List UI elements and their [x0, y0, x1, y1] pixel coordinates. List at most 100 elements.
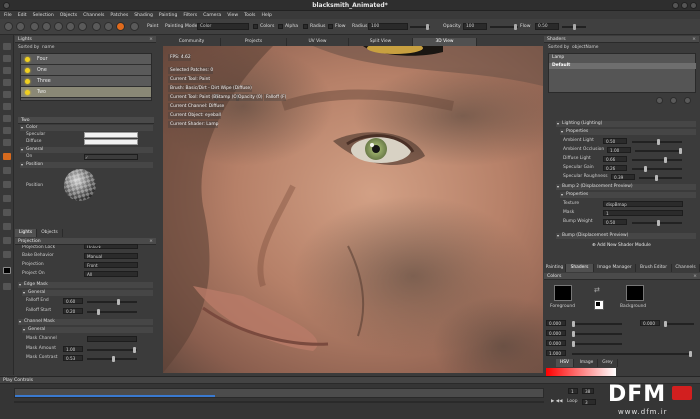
frame-end-field[interactable]: 38 [582, 388, 594, 394]
projection-select[interactable]: Front [84, 262, 138, 268]
lasso-tool-icon[interactable] [3, 91, 11, 98]
tab-brush-editor[interactable]: Brush Editor [636, 264, 672, 272]
erase-icon[interactable] [66, 22, 75, 31]
menu-item-help[interactable]: Help [261, 13, 271, 18]
diffuse-light-slider[interactable] [632, 157, 682, 163]
colors-checkbox[interactable] [253, 24, 258, 29]
opacity-field[interactable]: 100 [463, 23, 487, 30]
projection-icon[interactable] [92, 22, 101, 31]
edge-mask-section[interactable]: Edge Mask [18, 282, 153, 288]
tab-hsv[interactable]: HSV [556, 359, 574, 367]
color-channel-2-slider[interactable] [572, 331, 622, 337]
bump-weight-slider[interactable] [632, 220, 682, 226]
active-brush-icon[interactable] [116, 22, 125, 31]
color-channel-1-field[interactable]: 0.000 [546, 320, 566, 326]
light-item-two[interactable]: Two [21, 87, 151, 98]
move-tool-icon[interactable] [3, 43, 11, 50]
specular-roughness-slider[interactable] [639, 175, 682, 181]
hue-gradient-bar[interactable] [546, 368, 616, 376]
light-position-sphere[interactable] [63, 168, 97, 202]
menu-item-selection[interactable]: Selection [33, 13, 54, 18]
menu-item-objects[interactable]: Objects [60, 13, 77, 18]
new-shader-icon[interactable] [656, 97, 663, 104]
timeline-ruler[interactable] [14, 388, 544, 398]
general-section[interactable]: General [20, 147, 153, 153]
falloff-end-field[interactable]: 0.60 [63, 298, 83, 304]
mask-select[interactable]: 1 [603, 210, 683, 216]
redo-icon[interactable] [16, 22, 25, 31]
menu-item-view[interactable]: View [227, 13, 238, 18]
on-checkbox[interactable]: ✓ [84, 154, 138, 160]
tab-painting[interactable]: Painting [544, 264, 566, 272]
frame-current-field[interactable]: 3 [582, 399, 596, 405]
shader-item-lamp[interactable]: Lamp [552, 55, 564, 61]
paint-tool-icon[interactable] [42, 22, 51, 31]
flow-checkbox[interactable] [328, 24, 333, 29]
blur-tool-icon[interactable] [3, 181, 11, 188]
fill-tool-icon[interactable] [3, 195, 11, 202]
color-channel-1-slider[interactable] [572, 321, 622, 327]
color-channel-2-field[interactable]: 0.000 [546, 330, 566, 336]
light-item-three[interactable]: Three [21, 76, 151, 87]
radius-checkbox[interactable] [303, 24, 308, 29]
play-button-icon[interactable]: ▶ ◀◀ [551, 399, 563, 405]
ambient-occlusion-slider[interactable] [635, 148, 682, 154]
swap-colors-icon[interactable]: ⇄ [594, 286, 604, 294]
menu-item-filters[interactable]: Filters [183, 13, 197, 18]
foreground-swatch[interactable] [554, 285, 572, 301]
eyedropper-tool-icon[interactable] [3, 223, 11, 230]
tab-objects[interactable]: Objects [37, 229, 63, 237]
tab-3d-view[interactable]: 3D View [413, 38, 477, 46]
timeline-scrollbar[interactable] [14, 401, 544, 403]
specular-gain-slider[interactable] [632, 166, 682, 172]
color-channel-4-slider[interactable] [664, 321, 694, 327]
sphere-icon[interactable] [104, 22, 113, 31]
color-channel-4-field[interactable]: 0.000 [640, 320, 660, 326]
close-panel-icon[interactable]: × [693, 273, 697, 280]
tab-community[interactable]: Community [163, 38, 221, 46]
radius-field[interactable]: 100 [368, 23, 408, 30]
gradient-tool-icon[interactable] [3, 209, 11, 216]
light-item-four[interactable]: Four [21, 54, 151, 65]
tab-channels[interactable]: Channels [672, 264, 700, 272]
diffuse-color-swatch[interactable] [84, 139, 138, 145]
clone-tool-icon[interactable] [3, 139, 11, 146]
menu-item-patches[interactable]: Patches [110, 13, 128, 18]
specular-gain-field[interactable]: 0.26 [603, 165, 627, 171]
menu-item-channels[interactable]: Channels [83, 13, 104, 18]
bump-weight-field[interactable]: 0.50 [603, 219, 627, 225]
foreground-color-chip[interactable] [3, 267, 11, 274]
lights-sort-value[interactable]: name [42, 45, 54, 51]
menu-item-painting[interactable]: Painting [159, 13, 177, 18]
channel-mask-section[interactable]: Channel Mask [18, 319, 153, 325]
diffuse-light-field[interactable]: 0.66 [603, 156, 627, 162]
ambient-light-field[interactable]: 0.50 [603, 138, 627, 144]
undo-icon[interactable] [4, 22, 13, 31]
tab-image[interactable]: Image [576, 359, 598, 367]
color-channel-3-field[interactable]: 0.000 [546, 340, 566, 346]
mask-channel-select[interactable] [87, 336, 137, 342]
tab-uv-view[interactable]: UV View [287, 38, 349, 46]
bump-preview-section[interactable]: Bump (Displacement Preview) [556, 233, 696, 239]
color-alpha-slider[interactable] [572, 351, 692, 357]
tab-shaders[interactable]: Shaders [566, 264, 594, 272]
select-tool-icon[interactable] [3, 79, 11, 86]
falloff-start-slider[interactable] [87, 309, 137, 315]
mask-amount-field[interactable]: 1.00 [63, 346, 83, 352]
tab-split-view[interactable]: Split View [349, 38, 413, 46]
bump-section[interactable]: Bump 2 (Displacement Preview) [556, 184, 696, 190]
ambient-light-slider[interactable] [632, 139, 682, 145]
ambient-occlusion-field[interactable]: 1.00 [607, 147, 631, 153]
pan-tool-icon[interactable] [3, 251, 11, 258]
radius-slider[interactable] [410, 24, 430, 30]
color-alpha-field[interactable]: 1.000 [546, 350, 566, 356]
specular-color-swatch[interactable] [84, 132, 138, 138]
bake-behavior-select[interactable]: Manual [84, 253, 138, 259]
falloff-start-field[interactable]: 0.20 [63, 308, 83, 314]
close-panel-icon[interactable]: × [149, 36, 153, 43]
minimize-icon[interactable] [672, 2, 679, 9]
projection-lock-select[interactable]: Unlock [84, 244, 138, 249]
background-swatch[interactable] [626, 285, 644, 301]
menu-item-tools[interactable]: Tools [244, 13, 255, 18]
grid-icon[interactable] [130, 22, 139, 31]
